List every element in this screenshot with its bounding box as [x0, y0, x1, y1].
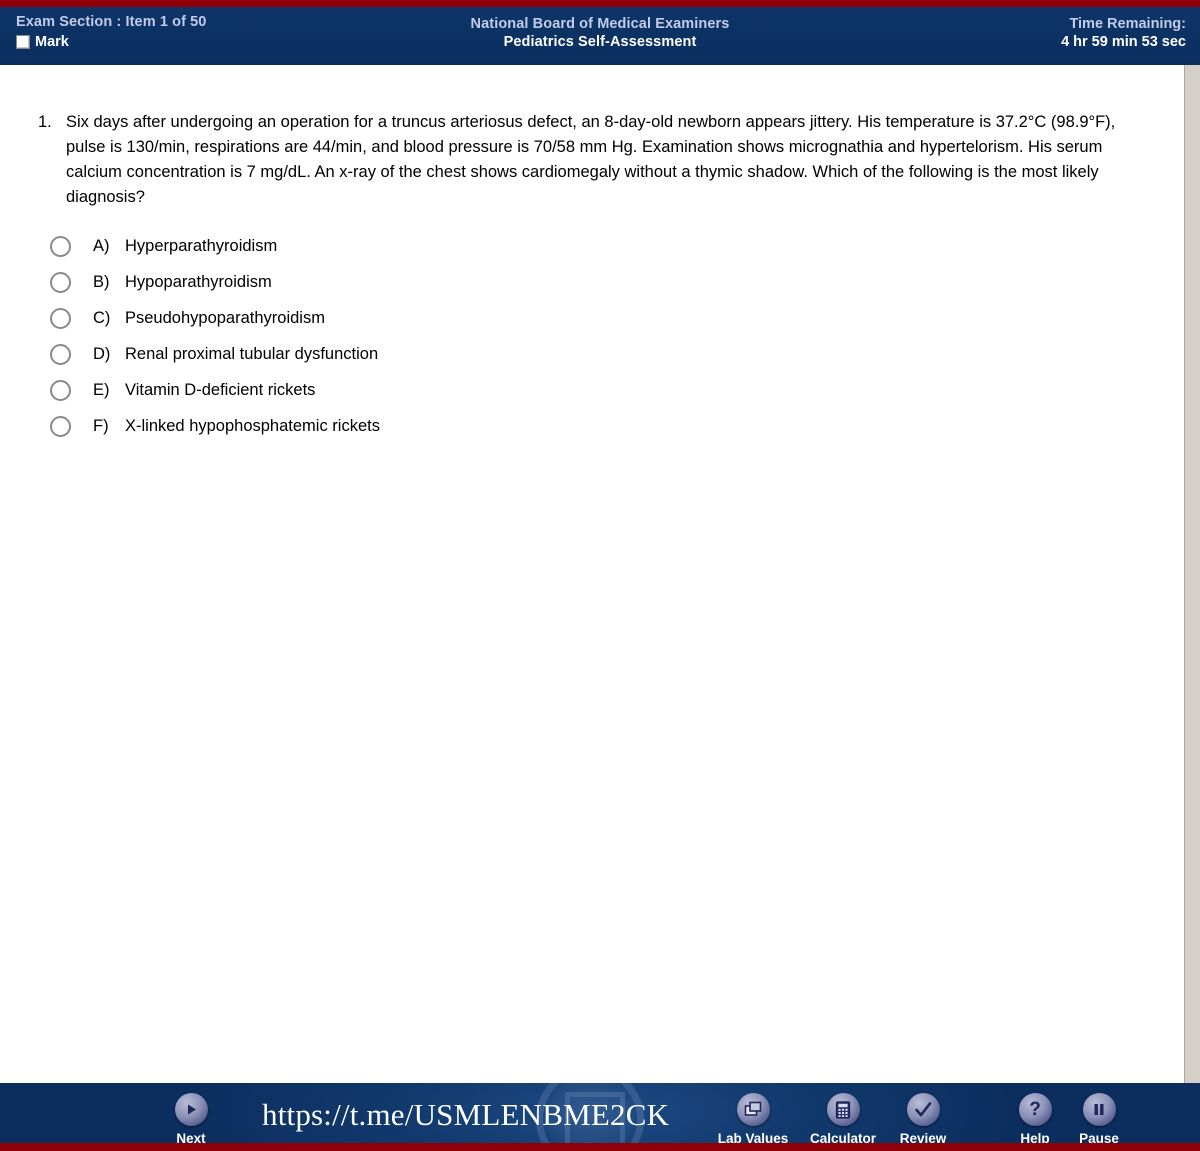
answer-option-d[interactable]: D) Renal proximal tubular dysfunction — [50, 336, 380, 372]
pause-button[interactable]: Pause — [1056, 1093, 1142, 1146]
radio-button-e[interactable] — [50, 379, 71, 401]
bottom-red-stripe — [0, 1143, 1200, 1151]
radio-button-c[interactable] — [50, 307, 71, 329]
radio-button-b[interactable] — [50, 271, 71, 293]
calculator-icon[interactable] — [826, 1093, 860, 1126]
radio-button-f[interactable] — [50, 415, 71, 437]
telegram-url-watermark: https://t.me/USMLENBME2CK — [262, 1097, 670, 1132]
answer-option-a[interactable]: A) Hyperparathyroidism — [50, 228, 380, 264]
question-mark-glyph: ? — [1029, 1098, 1041, 1120]
question-stem-text: Six days after undergoing an operation f… — [66, 113, 1116, 206]
pause-icon[interactable] — [1082, 1093, 1116, 1126]
time-remaining-group: Time Remaining: 4 hr 59 min 53 sec — [1061, 16, 1186, 50]
option-letter-e: E) — [93, 380, 110, 399]
play-icon[interactable] — [174, 1093, 208, 1126]
option-text-f: X-linked hypophosphatemic rickets — [125, 416, 380, 435]
vertical-scrollbar[interactable] — [1184, 65, 1200, 1083]
option-letter-b: B) — [93, 272, 110, 291]
exam-footer-toolbar: https://t.me/USMLENBME2CK Next Lab Value… — [0, 1083, 1200, 1151]
option-text-b: Hypoparathyroidism — [125, 272, 272, 291]
option-text-e: Vitamin D-deficient rickets — [125, 380, 316, 399]
radio-button-a[interactable] — [50, 235, 71, 257]
checkmark-icon[interactable] — [906, 1093, 940, 1126]
answer-option-f[interactable]: F) X-linked hypophosphatemic rickets — [50, 408, 380, 444]
calculator-button[interactable]: Calculator — [800, 1093, 886, 1146]
option-text-d: Renal proximal tubular dysfunction — [125, 344, 379, 363]
exam-section-label: Exam Section : Item 1 of 50 — [16, 14, 207, 30]
mark-checkbox[interactable] — [16, 35, 30, 49]
question-stem-block: 1. Six days after undergoing an operatio… — [38, 110, 1158, 210]
answer-option-b[interactable]: B) Hypoparathyroidism — [50, 264, 380, 300]
option-letter-d: D) — [93, 344, 111, 363]
top-red-stripe — [0, 0, 1200, 7]
review-button[interactable]: Review — [880, 1093, 966, 1146]
question-content-area: 1. Six days after undergoing an operatio… — [0, 65, 1200, 1083]
time-remaining-label: Time Remaining: — [1069, 16, 1186, 32]
option-text-a: Hyperparathyroidism — [125, 236, 278, 255]
answer-option-c[interactable]: C) Pseudohypoparathyroidism — [50, 300, 380, 336]
answer-options-list: A) Hyperparathyroidism B) Hypoparathyroi… — [50, 228, 380, 444]
window-copy-glyph — [737, 1093, 770, 1126]
option-letter-f: F) — [93, 416, 109, 435]
mark-label: Mark — [35, 34, 69, 50]
question-mark-icon[interactable]: ? — [1018, 1093, 1052, 1126]
window-copy-icon[interactable] — [736, 1093, 770, 1126]
pause-bars-glyph — [1083, 1093, 1116, 1126]
option-text-c: Pseudohypoparathyroidism — [125, 308, 325, 327]
option-letter-c: C) — [93, 308, 111, 327]
checkmark-glyph — [907, 1093, 940, 1126]
option-letter-a: A) — [93, 236, 110, 255]
question-number: 1. — [38, 113, 52, 131]
mark-question-toggle[interactable]: Mark — [16, 34, 206, 50]
exam-window: Exam Section : Item 1 of 50 Mark Nationa… — [0, 0, 1200, 1151]
header-left-group: Exam Section : Item 1 of 50 Mark — [16, 14, 206, 50]
calculator-glyph — [827, 1093, 860, 1126]
answer-option-e[interactable]: E) Vitamin D-deficient rickets — [50, 372, 380, 408]
next-button[interactable]: Next — [148, 1093, 234, 1146]
lab-values-button[interactable]: Lab Values — [710, 1093, 796, 1146]
time-remaining-value: 4 hr 59 min 53 sec — [1061, 34, 1186, 50]
play-triangle-glyph — [175, 1093, 208, 1126]
radio-button-d[interactable] — [50, 343, 71, 365]
exam-header-bar: Exam Section : Item 1 of 50 Mark Nationa… — [0, 7, 1200, 65]
